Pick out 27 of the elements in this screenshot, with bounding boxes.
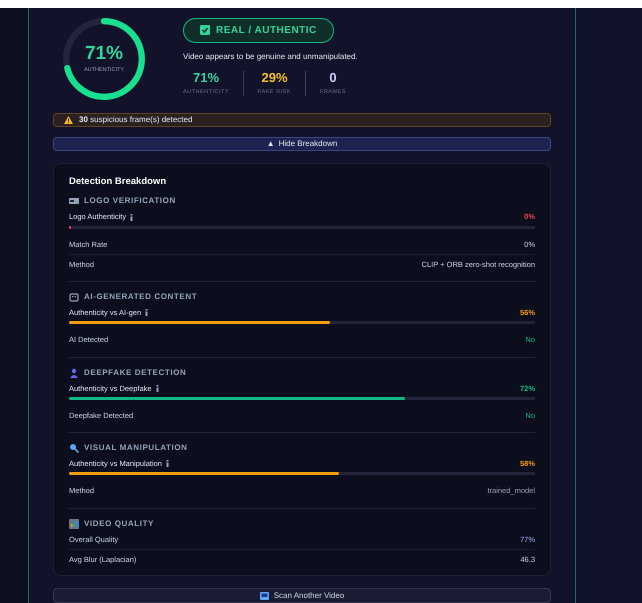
person-icon [69,368,79,378]
check-icon [200,25,210,36]
info-icon [164,460,170,468]
stat-value: 29% [261,70,288,84]
magnifier-icon [69,443,79,454]
score-value: 71% [84,44,124,63]
warning-text: 30 suspicious frame(s) detected [79,114,192,126]
hide-breakdown-button[interactable]: ▲ Hide Breakdown [53,137,551,152]
monitor-icon [260,592,269,600]
verdict-badge: REAL / AUTHENTIC [183,18,334,43]
section-title: AI-GENERATED CONTENT [84,291,198,304]
info-icon [129,214,134,221]
info-icon [154,384,160,392]
scan-another-button[interactable]: Scan Another Video [53,588,551,603]
chart-icon [69,518,79,529]
section-title: VIDEO QUALITY [84,518,154,530]
section-title: LOGO VERIFICATION [84,195,176,208]
section-title: DEEPFAKE DETECTION [84,366,186,379]
card-icon [69,196,79,206]
section-title: VISUAL MANIPULATION [84,442,188,454]
info-icon [144,309,150,316]
warning-icon [64,116,73,124]
verdict-description: Video appears to be genuine and unmanipulated. [183,50,359,63]
stat-value: 0 [329,70,337,84]
robot-icon [69,292,79,302]
stat-value: 71% [193,70,220,84]
breakdown-title: Detection Breakdown [69,175,168,190]
